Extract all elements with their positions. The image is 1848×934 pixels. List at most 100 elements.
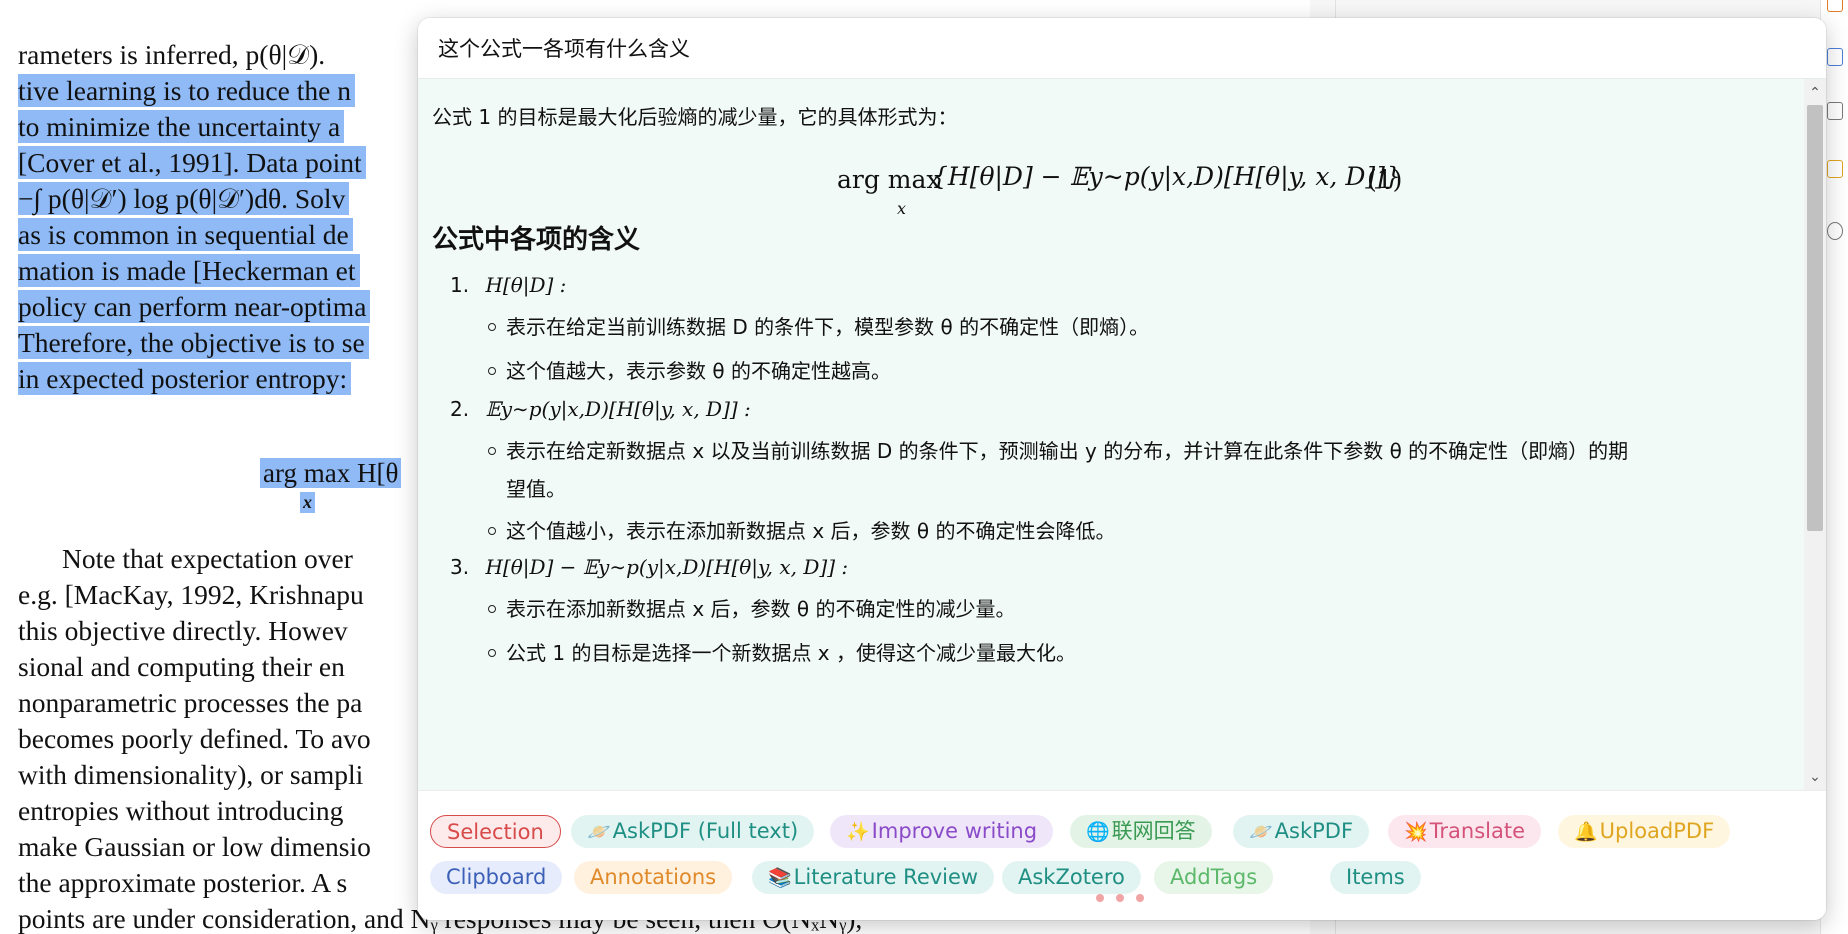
- chip-translate[interactable]: 💥Translate: [1388, 815, 1542, 848]
- bullet-dot: [488, 447, 496, 455]
- pdf-text-line: entropies without introducing: [18, 795, 344, 826]
- chip-label: Literature Review: [793, 865, 979, 889]
- pdf-text-line: Therefore, the objective is to se: [18, 326, 369, 359]
- chip-label: UploadPDF: [1599, 819, 1715, 843]
- chip-literature-review[interactable]: 📚Literature Review: [752, 861, 995, 894]
- add-circle-icon[interactable]: [1827, 222, 1843, 240]
- chip-clipboard[interactable]: Clipboard: [430, 861, 563, 894]
- list-item-number: 2.: [450, 397, 470, 421]
- chip-label: Annotations: [590, 865, 717, 889]
- list-bullet: 这个值越大，表示参数 θ 的不确定性越高。: [488, 355, 891, 384]
- pdf-text-line: to minimize the uncertainty a: [18, 110, 345, 143]
- chip-emoji-icon: 🪐: [1249, 821, 1273, 843]
- translate-icon[interactable]: [1827, 48, 1843, 66]
- list-bullet: 这个值越小，表示在添加新数据点 x 后，参数 θ 的不确定性会降低。: [488, 515, 1116, 544]
- chip-[interactable]: 🌐联网回答: [1070, 815, 1212, 848]
- chip-improve-writing[interactable]: ✨Improve writing: [830, 815, 1054, 848]
- pdf-text-line: nonparametric processes the pa: [18, 687, 363, 718]
- answer-intro: 公式 1 的目标是最大化后验熵的减少量，它的具体形式为：: [432, 105, 958, 129]
- bullet-text: 这个值越大，表示参数 θ 的不确定性越高。: [506, 359, 891, 383]
- list-item-2: 2. 𝔼y∼p(y|x,D)[H[θ|y, x, D]] :: [450, 397, 751, 421]
- chip-annotations[interactable]: Annotations: [574, 861, 733, 894]
- bullet-continuation: 望值。: [506, 477, 566, 501]
- scroll-down-icon[interactable]: ⌄: [1808, 769, 1822, 783]
- equation-argmax: arg max: [837, 165, 941, 194]
- pdf-text-line: with dimensionality), or sampli: [18, 759, 364, 790]
- edge-orange-icon[interactable]: [1827, 0, 1843, 12]
- list-bullet: 表示在添加新数据点 x 后，参数 θ 的不确定性的减少量。: [488, 593, 1016, 622]
- note-icon[interactable]: [1827, 160, 1843, 178]
- bullet-text: 表示在添加新数据点 x 后，参数 θ 的不确定性的减少量。: [506, 597, 1016, 621]
- pdf-text-line: tive learning is to reduce the n: [18, 74, 355, 107]
- equation-argmax-subscript: x: [897, 199, 907, 218]
- bullet-dot: [488, 367, 496, 375]
- pdf-text-line: rameters is inferred, p(θ|𝒟).: [18, 39, 326, 70]
- chip-addtags[interactable]: AddTags: [1154, 861, 1274, 894]
- list-item-number: 3.: [450, 555, 470, 579]
- bullet-text: 公式 1 的目标是选择一个新数据点 x ，使得这个减少量最大化。: [506, 641, 1076, 665]
- display-equation: arg max x {H[θ|D] − 𝔼y∼p(y|x,D)[H[θ|y, x…: [837, 162, 1537, 225]
- section-title: 公式中各项的含义: [432, 225, 641, 255]
- chip-emoji-icon: ✨: [846, 821, 870, 843]
- list-item-1: 1. H[θ|D] :: [450, 273, 566, 297]
- pdf-text-line: sional and computing their en: [18, 651, 345, 682]
- list-item-formula: H[θ|D] :: [485, 273, 567, 297]
- chip-selection[interactable]: Selection: [430, 815, 561, 848]
- chip-label: 联网回答: [1111, 819, 1196, 843]
- chip-askpdf[interactable]: 🪐AskPDF: [1233, 815, 1370, 848]
- chip-emoji-icon: 🔔: [1574, 821, 1598, 843]
- chip-emoji-icon: 📚: [768, 867, 792, 889]
- chip-label: AskPDF: [1274, 819, 1354, 843]
- answer-panel[interactable]: 公式 1 的目标是最大化后验熵的减少量，它的具体形式为： arg max x {…: [418, 78, 1826, 790]
- chip-items[interactable]: Items: [1330, 861, 1421, 894]
- equation-number: (1): [1367, 165, 1403, 194]
- bullet-text: 表示在给定当前训练数据 D 的条件下，模型参数 θ 的不确定性（即熵）。: [506, 315, 1150, 339]
- question-input[interactable]: [418, 18, 1826, 78]
- list-item-number: 1.: [450, 273, 470, 297]
- prompt-chip-bar: Selection 🪐AskPDF (Full text) ✨Improve wri…: [418, 790, 1826, 920]
- bullet-dot: [488, 527, 496, 535]
- chip-emoji-icon: 🪐: [587, 821, 611, 843]
- chip-label: AskZotero: [1018, 865, 1125, 889]
- pdf-text-line: in expected posterior entropy:: [18, 362, 352, 395]
- pdf-equation-subscript: x: [300, 492, 315, 513]
- list-bullet: 公式 1 的目标是选择一个新数据点 x ，使得这个减少量最大化。: [488, 637, 1076, 666]
- chip-label: Items: [1346, 865, 1405, 889]
- bullet-dot: [488, 649, 496, 657]
- bullet-dot: [488, 323, 496, 331]
- answer-scrollbar[interactable]: ⌃ ⌄: [1804, 79, 1826, 790]
- list-bullet: 表示在给定当前训练数据 D 的条件下，模型参数 θ 的不确定性（即熵）。: [488, 311, 1149, 340]
- pdf-text-line: becomes poorly defined. To avo: [18, 723, 371, 754]
- pdf-equation: arg max H[θ x: [260, 458, 402, 513]
- bullet-dot: [488, 605, 496, 613]
- chip-askpdf-full-text[interactable]: 🪐AskPDF (Full text): [571, 815, 815, 848]
- chip-label: AddTags: [1170, 865, 1258, 889]
- pdf-text-line: e.g. [MacKay, 1992, Krishnapu: [18, 579, 364, 610]
- chip-label: AskPDF (Full text): [612, 819, 799, 843]
- pdf-text-line: policy can perform near-optima: [18, 290, 371, 323]
- ai-assistant-popup: 公式 1 的目标是最大化后验熵的减少量，它的具体形式为： arg max x {…: [418, 18, 1826, 920]
- scroll-up-icon[interactable]: ⌃: [1808, 85, 1822, 99]
- list-item-formula: H[θ|D] − 𝔼y∼p(y|x,D)[H[θ|y, x, D]] :: [485, 555, 849, 579]
- chip-uploadpdf[interactable]: 🔔UploadPDF: [1558, 815, 1731, 848]
- pdf-equation-main: arg max H[θ: [260, 458, 402, 488]
- pdf-text-line: Note that expectation over: [62, 543, 353, 574]
- chip-emoji-icon: 🌐: [1086, 821, 1110, 843]
- chip-label: Translate: [1429, 819, 1526, 843]
- pdf-text-line: make Gaussian or low dimensio: [18, 831, 371, 862]
- document-icon[interactable]: [1827, 102, 1843, 120]
- scroll-thumb[interactable]: [1807, 105, 1823, 531]
- equation-body: {H[θ|D] − 𝔼y∼p(y|x,D)[H[θ|y, x, D]]}: [932, 162, 1401, 191]
- chip-label: Improve writing: [871, 819, 1038, 843]
- list-item-formula: 𝔼y∼p(y|x,D)[H[θ|y, x, D]] :: [485, 397, 751, 421]
- list-item-3: 3. H[θ|D] − 𝔼y∼p(y|x,D)[H[θ|y, x, D]] :: [450, 555, 848, 579]
- pdf-text-line: as is common in sequential de: [18, 218, 353, 251]
- bullet-text: 表示在给定新数据点 x 以及当前训练数据 D 的条件下，预测输出 y 的分布，并…: [506, 439, 1629, 463]
- pdf-text-line: −∫ p(θ|𝒟′) log p(θ|𝒟′)dθ. Solv: [18, 182, 350, 215]
- list-bullet: 表示在给定新数据点 x 以及当前训练数据 D 的条件下，预测输出 y 的分布，并…: [488, 435, 1628, 464]
- chip-label: Clipboard: [446, 865, 547, 889]
- bullet-text: 这个值越小，表示在添加新数据点 x 后，参数 θ 的不确定性会降低。: [506, 519, 1116, 543]
- pdf-text-line: the approximate posterior. A s: [18, 867, 348, 898]
- more-options-icon[interactable]: [1096, 889, 1156, 907]
- chip-emoji-icon: 💥: [1404, 821, 1428, 843]
